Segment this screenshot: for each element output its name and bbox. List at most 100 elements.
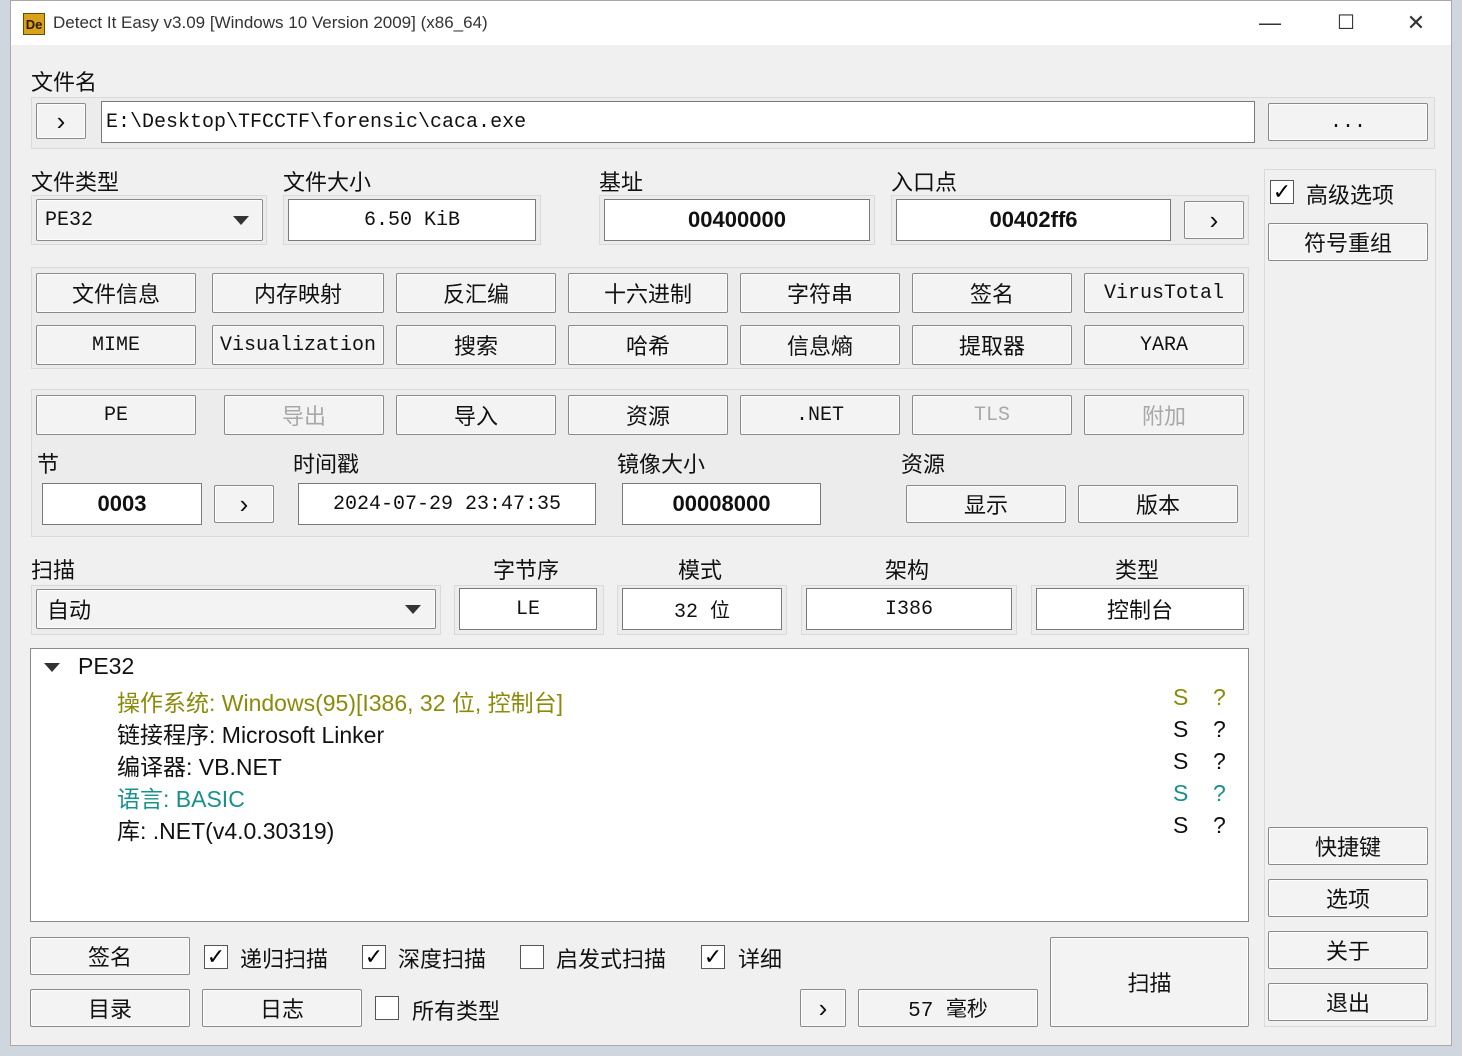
resources-label: 资源 — [901, 452, 946, 477]
file-path-input[interactable]: E:\Desktop\TFCCTF\forensic\caca.exe — [101, 101, 1255, 143]
pe-button[interactable]: PE — [36, 395, 196, 435]
entry-point-nav-button[interactable]: › — [1184, 201, 1244, 239]
heuristic-scan-checkbox[interactable] — [520, 945, 544, 969]
maximize-button[interactable]: ☐ — [1323, 5, 1369, 41]
search-button[interactable]: 搜索 — [396, 325, 556, 365]
resources-show-button[interactable]: 显示 — [906, 485, 1066, 523]
scan-label: 扫描 — [31, 558, 76, 583]
entropy-button[interactable]: 信息熵 — [740, 325, 900, 365]
advanced-checkbox[interactable]: ✓ — [1270, 180, 1294, 204]
result-row-os[interactable]: 操作系统: Windows(95)[I386, 32 位, 控制台] — [117, 684, 563, 718]
mime-button[interactable]: MIME — [36, 325, 196, 365]
image-size-value: 00008000 — [622, 483, 821, 525]
file-size-label: 文件大小 — [283, 170, 372, 195]
result-signature-link[interactable]: S — [1173, 684, 1188, 711]
sections-label: 节 — [37, 452, 60, 477]
result-row-compiler[interactable]: 编译器: VB.NET — [117, 748, 282, 782]
image-size-label: 镜像大小 — [617, 452, 706, 477]
base-address-value: 00400000 — [604, 199, 870, 241]
result-signature-link[interactable]: S — [1173, 716, 1188, 743]
result-info-link[interactable]: ? — [1213, 684, 1226, 711]
scan-button[interactable]: 扫描 — [1050, 937, 1249, 1027]
chevron-down-icon — [233, 216, 249, 225]
type-label: 类型 — [1115, 558, 1160, 583]
about-button[interactable]: 关于 — [1268, 931, 1428, 969]
file-name-label: 文件名 — [31, 70, 98, 95]
deep-scan-label: 深度扫描 — [398, 947, 487, 972]
file-type-select[interactable]: PE32 — [36, 199, 263, 241]
entry-point-value: 00402ff6 — [896, 199, 1171, 241]
expand-arrow-icon[interactable] — [44, 663, 60, 672]
heuristic-scan-label: 启发式扫描 — [556, 947, 667, 972]
export-button[interactable]: 导出 — [224, 395, 384, 435]
endianness-value: LE — [459, 588, 597, 630]
memory-map-button[interactable]: 内存映射 — [212, 273, 384, 313]
resources-button[interactable]: 资源 — [568, 395, 728, 435]
architecture-label: 架构 — [885, 558, 930, 583]
base-address-label: 基址 — [599, 170, 644, 195]
dotnet-button[interactable]: .NET — [740, 395, 900, 435]
file-type-value: PE32 — [45, 208, 94, 232]
result-info-link[interactable]: ? — [1213, 780, 1226, 807]
extractor-button[interactable]: 提取器 — [912, 325, 1072, 365]
signatures-tool-button[interactable]: 签名 — [912, 273, 1072, 313]
result-row-language[interactable]: 语言: BASIC — [117, 780, 245, 814]
recursive-scan-label: 递归扫描 — [240, 947, 329, 972]
tls-button[interactable]: TLS — [912, 395, 1072, 435]
virustotal-button[interactable]: VirusTotal — [1084, 273, 1244, 313]
disassembly-button[interactable]: 反汇编 — [396, 273, 556, 313]
result-signature-link[interactable]: S — [1173, 780, 1188, 807]
visualization-button[interactable]: Visualization — [212, 325, 384, 365]
scan-mode-value: 自动 — [47, 598, 92, 623]
result-info-link[interactable]: ? — [1213, 812, 1226, 839]
all-types-label: 所有类型 — [412, 999, 501, 1024]
minimize-button[interactable]: — — [1247, 5, 1293, 41]
import-button[interactable]: 导入 — [396, 395, 556, 435]
options-button[interactable]: 选项 — [1268, 879, 1428, 917]
file-info-button[interactable]: 文件信息 — [36, 273, 196, 313]
all-types-checkbox[interactable] — [375, 996, 399, 1020]
app-logo-icon: De — [23, 13, 45, 35]
sections-value: 0003 — [42, 483, 202, 525]
sections-nav-button[interactable]: › — [214, 485, 274, 523]
recursive-scan-checkbox[interactable]: ✓ — [204, 945, 228, 969]
scan-mode-select[interactable]: 自动 — [36, 589, 436, 629]
result-signature-link[interactable]: S — [1173, 812, 1188, 839]
signatures-button[interactable]: 签名 — [30, 937, 190, 975]
strings-button[interactable]: 字符串 — [740, 273, 900, 313]
type-value: 控制台 — [1036, 588, 1244, 630]
main-window: De Detect It Easy v3.09 [Windows 10 Vers… — [10, 0, 1452, 1046]
deep-scan-checkbox[interactable]: ✓ — [362, 945, 386, 969]
result-signature-link[interactable]: S — [1173, 748, 1188, 775]
verbose-checkbox[interactable]: ✓ — [701, 945, 725, 969]
result-info-link[interactable]: ? — [1213, 716, 1226, 743]
directory-button[interactable]: 目录 — [30, 989, 190, 1027]
result-row-linker[interactable]: 链接程序: Microsoft Linker — [117, 716, 384, 750]
result-info-link[interactable]: ? — [1213, 748, 1226, 775]
shortcuts-button[interactable]: 快捷键 — [1268, 827, 1428, 865]
log-button[interactable]: 日志 — [202, 989, 362, 1027]
elapsed-time: 57 毫秒 — [858, 989, 1038, 1027]
hex-button[interactable]: 十六进制 — [568, 273, 728, 313]
hash-button[interactable]: 哈希 — [568, 325, 728, 365]
exit-button[interactable]: 退出 — [1268, 983, 1428, 1021]
endianness-label: 字节序 — [493, 558, 560, 583]
overlay-button[interactable]: 附加 — [1084, 395, 1244, 435]
file-type-label: 文件类型 — [31, 170, 120, 195]
timestamp-value: 2024-07-29 23:47:35 — [298, 483, 596, 525]
file-nav-button[interactable]: › — [36, 103, 86, 139]
close-button[interactable]: ✕ — [1393, 5, 1439, 41]
browse-button[interactable]: ... — [1268, 103, 1428, 141]
advanced-label: 高级选项 — [1306, 183, 1395, 208]
verbose-label: 详细 — [738, 947, 783, 972]
results-tree[interactable]: PE32 操作系统: Windows(95)[I386, 32 位, 控制台] … — [30, 648, 1249, 922]
scan-nav-button[interactable]: › — [800, 989, 846, 1027]
result-row-library[interactable]: 库: .NET(v4.0.30319) — [117, 812, 334, 846]
timestamp-label: 时间戳 — [293, 452, 360, 477]
title-bar[interactable]: De Detect It Easy v3.09 [Windows 10 Vers… — [11, 1, 1451, 45]
yara-button[interactable]: YARA — [1084, 325, 1244, 365]
demangle-button[interactable]: 符号重组 — [1268, 223, 1428, 261]
file-size-value: 6.50 KiB — [288, 199, 536, 241]
resources-version-button[interactable]: 版本 — [1078, 485, 1238, 523]
tree-root-pe32[interactable]: PE32 — [78, 653, 134, 680]
